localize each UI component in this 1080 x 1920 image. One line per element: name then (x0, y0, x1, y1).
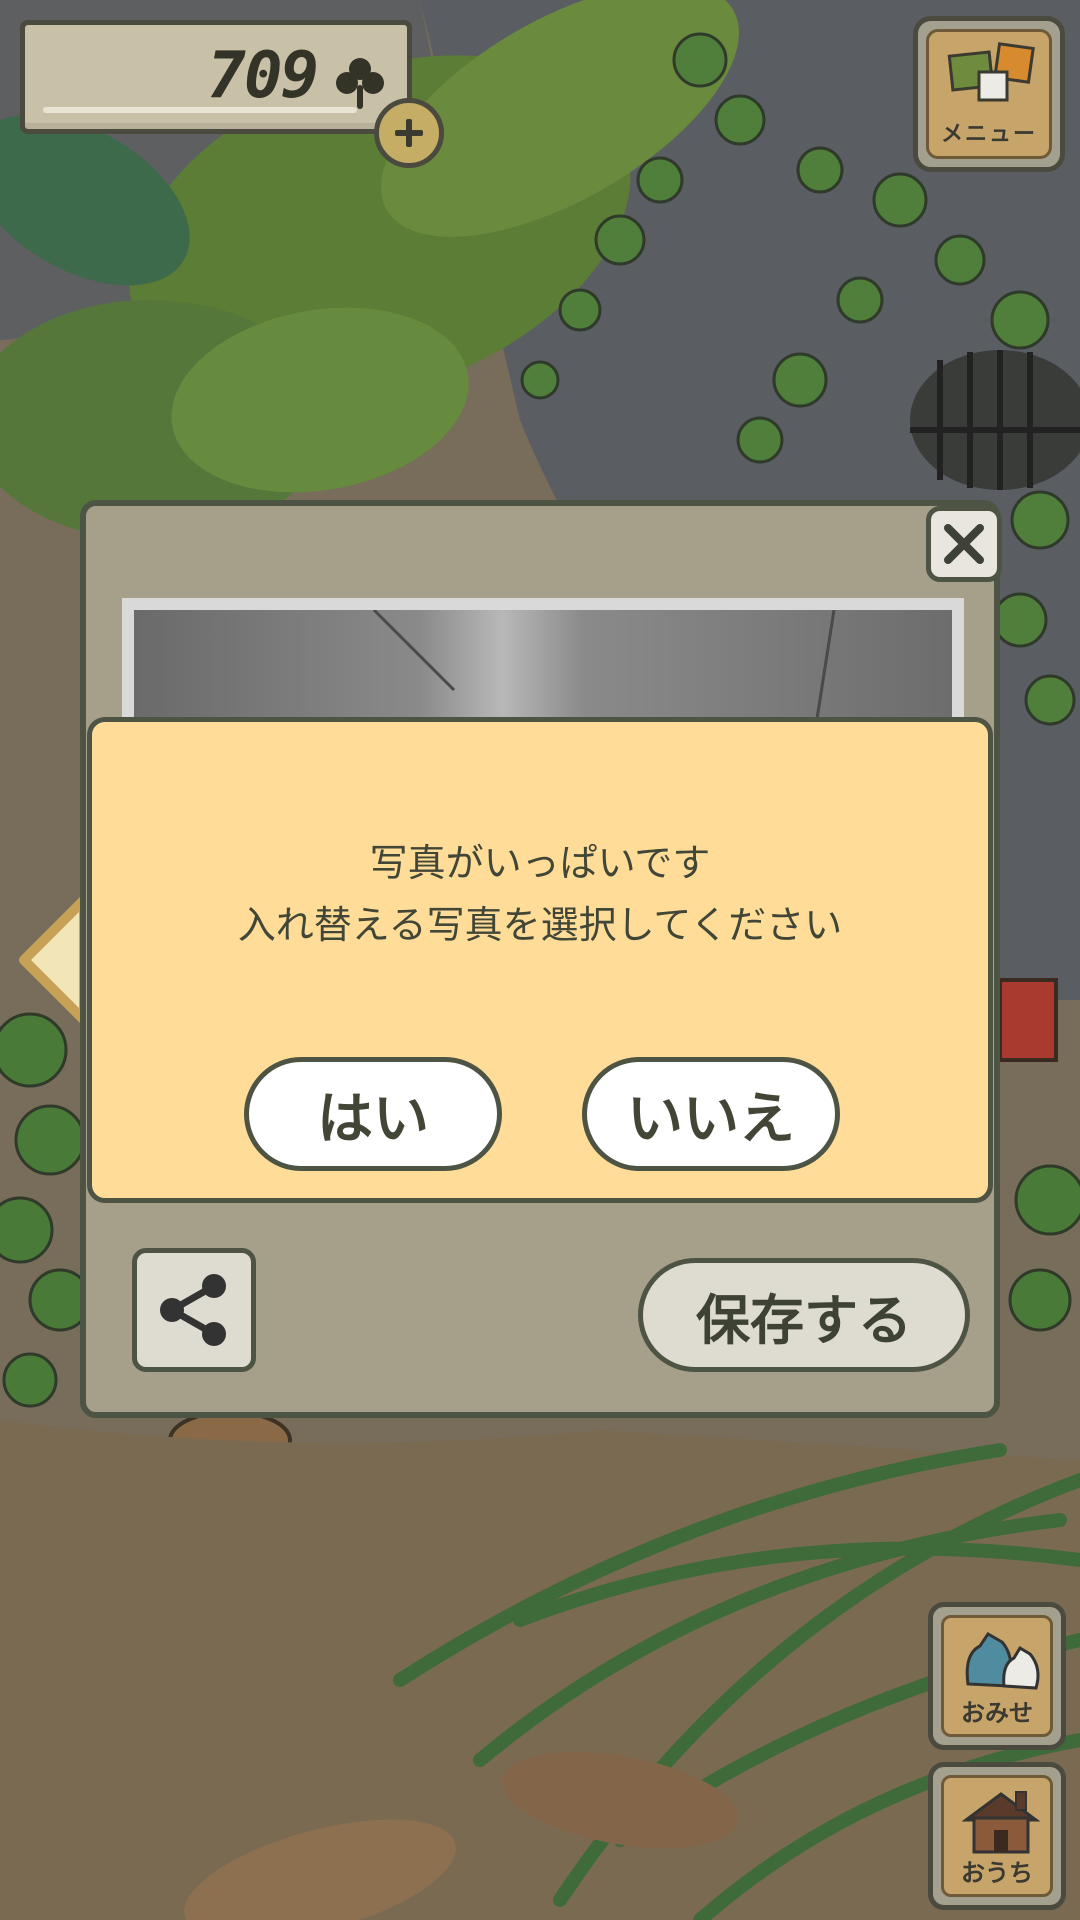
share-icon (160, 1274, 226, 1346)
home-button-face: おうち (941, 1775, 1053, 1897)
dialog-message-line2: 入れ替える写真を選択してください (237, 903, 843, 947)
home-icon (961, 1791, 1041, 1854)
close-button[interactable] (926, 506, 1002, 582)
home-button[interactable]: おうち (928, 1762, 1066, 1910)
add-clover-button[interactable] (374, 98, 444, 168)
shop-icon (965, 1632, 1040, 1690)
menu-icon (947, 42, 1035, 102)
clover-count: 709 (207, 39, 319, 113)
shop-label: おみせ (961, 1699, 1033, 1727)
menu-button[interactable]: メニュー (913, 16, 1065, 172)
no-button[interactable]: いいえ (582, 1057, 840, 1171)
menu-button-face: メニュー (926, 29, 1052, 159)
menu-label: メニュー (940, 122, 1037, 147)
photo-full-dialog: 写真がいっぱいです 入れ替える写真を選択してください はい いいえ (87, 717, 993, 1203)
home-label: おうち (961, 1859, 1033, 1887)
clover-icon (336, 58, 384, 109)
counter-underline (43, 107, 357, 113)
dialog-message: 写真がいっぱいです 入れ替える写真を選択してください (92, 832, 988, 956)
clover-counter: 709 (20, 20, 412, 134)
plus-icon (395, 119, 423, 147)
close-icon (944, 524, 984, 564)
yes-button[interactable]: はい (244, 1057, 502, 1171)
dialog-message-line1: 写真がいっぱいです (369, 841, 711, 885)
save-button[interactable]: 保存する (638, 1258, 970, 1372)
shop-button[interactable]: おみせ (928, 1602, 1066, 1750)
shop-button-face: おみせ (941, 1615, 1053, 1737)
share-button[interactable] (132, 1248, 256, 1372)
